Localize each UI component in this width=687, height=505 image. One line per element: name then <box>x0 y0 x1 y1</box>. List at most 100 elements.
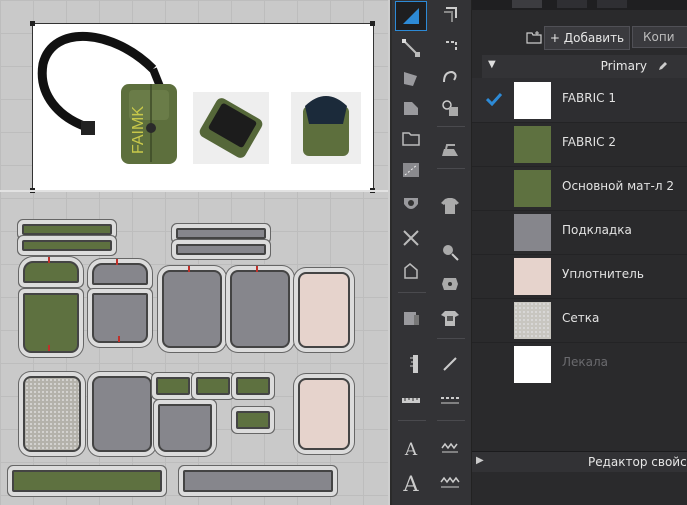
pattern-strap[interactable] <box>22 240 112 251</box>
folder-pattern-icon <box>402 132 420 146</box>
pattern-tab[interactable] <box>236 411 270 429</box>
pattern-strap[interactable] <box>22 224 112 235</box>
pattern-back-gray-2[interactable] <box>230 270 290 348</box>
topstitch-tool[interactable] <box>435 386 465 414</box>
panel-tabs <box>472 0 687 10</box>
fabric-label: Подкладка <box>562 223 632 237</box>
cut-tool[interactable] <box>396 224 426 252</box>
triangle-select-icon <box>403 8 419 24</box>
pattern-long-strip-green[interactable] <box>12 470 162 492</box>
rectangle-icon <box>404 102 418 115</box>
notch <box>48 345 50 351</box>
ruler-tool[interactable] <box>396 350 426 378</box>
trace-tool[interactable] <box>396 258 426 286</box>
pattern-pocket[interactable] <box>158 404 212 452</box>
workspace[interactable]: FAIMK <box>0 0 390 505</box>
add-fabric-button[interactable]: + Добавить <box>544 26 630 50</box>
pattern-tab[interactable] <box>156 377 190 395</box>
pattern-padding-2[interactable] <box>298 378 350 450</box>
fabric-swatch <box>514 170 551 207</box>
selection-handle[interactable] <box>370 21 375 26</box>
fabric-item[interactable]: FABRIC 1 <box>472 78 687 123</box>
fabric-swatch <box>514 126 551 163</box>
pattern-mesh[interactable] <box>23 376 81 452</box>
object-browser-panel: + Добавить Копи ▼ Primary FABRIC 1 FABRI… <box>472 0 687 505</box>
stitch-wave-icon <box>440 476 460 488</box>
rectangle-tool[interactable] <box>396 94 426 122</box>
view-divider <box>0 190 390 192</box>
separator <box>437 126 465 127</box>
tool-column-right <box>431 0 472 505</box>
fabric-label: Лекала <box>562 355 609 369</box>
checkmark-icon <box>486 92 502 106</box>
pattern-top-green[interactable] <box>23 261 79 283</box>
fabric-item[interactable]: Основной мат-л 2 <box>472 166 687 211</box>
edit-pencil-icon[interactable] <box>657 60 669 72</box>
polygon-tool[interactable] <box>396 64 426 92</box>
internal-line-tool[interactable] <box>396 156 426 184</box>
pattern-tab[interactable] <box>236 377 270 395</box>
fabric-item[interactable]: Подкладка <box>472 210 687 255</box>
add-folder-icon[interactable] <box>526 30 542 44</box>
folder-pattern-tool[interactable] <box>396 124 426 152</box>
separator <box>437 168 465 169</box>
fabric-item[interactable]: Лекала <box>472 342 687 386</box>
transform-tool[interactable] <box>395 1 427 31</box>
tshirt-icon <box>441 198 459 214</box>
pocket-tool[interactable] <box>396 304 426 332</box>
avatar-garment-tool[interactable] <box>435 192 465 220</box>
selection-handle[interactable] <box>30 21 35 26</box>
panel-splitter[interactable] <box>388 0 390 505</box>
text-tool[interactable]: A <box>396 436 426 464</box>
pattern-strap[interactable] <box>176 228 266 239</box>
property-editor-header[interactable]: ▶ Редактор свойств <box>472 451 687 472</box>
fabric-group-header[interactable]: ▼ Primary <box>482 55 687 79</box>
print-tool[interactable] <box>435 304 465 332</box>
dart-icon <box>404 198 418 209</box>
stitch-tool[interactable] <box>435 470 465 498</box>
edit-points-tool[interactable] <box>396 34 426 62</box>
panel-tab[interactable] <box>557 0 587 8</box>
line-icon <box>443 357 457 371</box>
pocket-icon <box>404 312 419 325</box>
free-sewing-tool[interactable] <box>435 34 465 62</box>
fabric-swatch <box>514 82 551 119</box>
fabric-item[interactable]: Сетка <box>472 298 687 343</box>
fabric-swatch <box>514 258 551 295</box>
pattern-tab[interactable] <box>196 377 230 395</box>
notch <box>256 266 258 272</box>
pattern-long-strip-gray[interactable] <box>183 470 333 492</box>
fabric-item[interactable]: Уплотнитель <box>472 254 687 299</box>
pattern-back-gray[interactable] <box>162 270 222 348</box>
button-tool[interactable] <box>435 238 465 266</box>
line-tool[interactable] <box>435 350 465 378</box>
pattern-front-green[interactable] <box>23 293 79 353</box>
tool-column-left: A A <box>392 0 433 505</box>
dart-tool[interactable] <box>396 190 426 218</box>
sew-segment-icon <box>444 7 457 22</box>
expand-arrow-icon[interactable]: ▶ <box>476 455 484 466</box>
measure-tool[interactable] <box>396 386 426 414</box>
magnifier-sew-icon <box>442 100 458 116</box>
zipper-tool[interactable] <box>435 434 465 462</box>
pattern-strap[interactable] <box>176 244 266 255</box>
copy-fabric-button[interactable]: Копи <box>632 26 687 48</box>
fabric-group-title: Primary <box>600 59 647 73</box>
fabric-label: FABRIC 2 <box>562 135 616 149</box>
collapse-arrow-icon[interactable]: ▼ <box>488 59 496 70</box>
pattern-lining[interactable] <box>92 376 152 452</box>
texture-tool[interactable] <box>435 270 465 298</box>
steam-tool[interactable] <box>435 136 465 164</box>
sewing-tool[interactable] <box>435 2 465 30</box>
pattern-padding[interactable] <box>298 272 350 348</box>
pattern-front-gray[interactable] <box>92 293 148 343</box>
text-tool-large[interactable]: A <box>396 470 426 498</box>
panel-tab[interactable] <box>597 0 627 8</box>
scissors-icon <box>403 230 419 246</box>
fabric-item[interactable]: FABRIC 2 <box>472 122 687 167</box>
pattern-top-gray[interactable] <box>92 263 148 285</box>
check-sewing-tool[interactable] <box>435 94 465 122</box>
multi-sewing-tool[interactable] <box>435 64 465 92</box>
panel-tab[interactable] <box>512 0 542 8</box>
trace-icon <box>404 263 418 279</box>
